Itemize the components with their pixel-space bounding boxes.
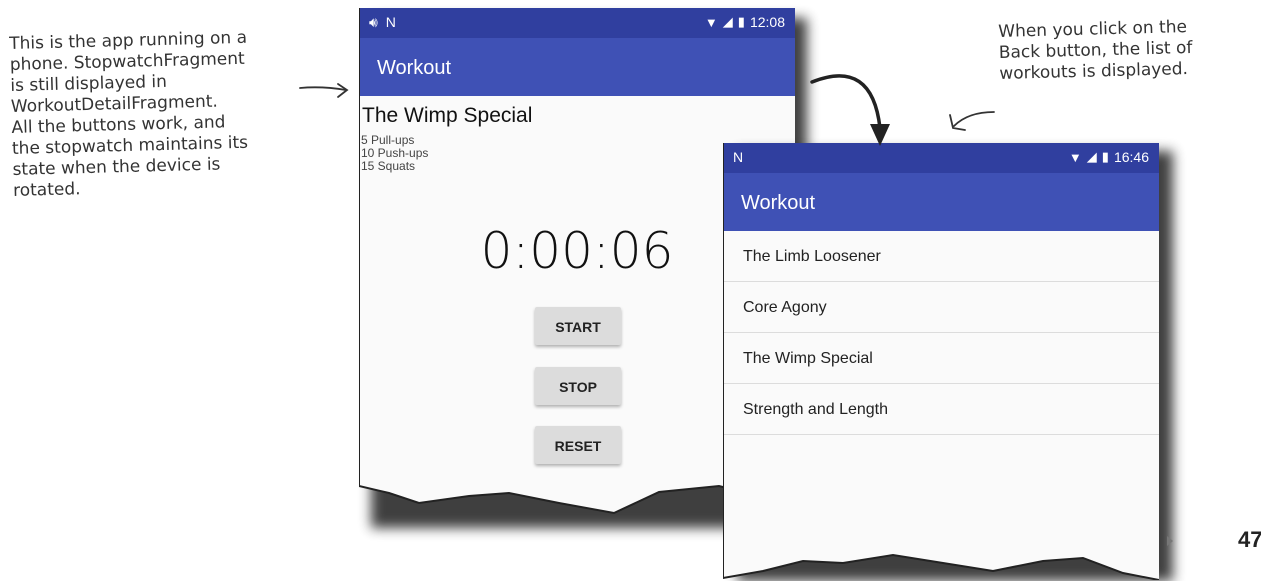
transition-arrow [810, 74, 882, 130]
page-number: 47 [1238, 527, 1261, 552]
annotation-arrows [299, 74, 995, 146]
pointer-arrow-left [299, 83, 349, 98]
page-triangle-icon [1167, 536, 1173, 546]
pointer-arrow-right [949, 111, 995, 131]
transition-arrow-head [870, 124, 890, 146]
